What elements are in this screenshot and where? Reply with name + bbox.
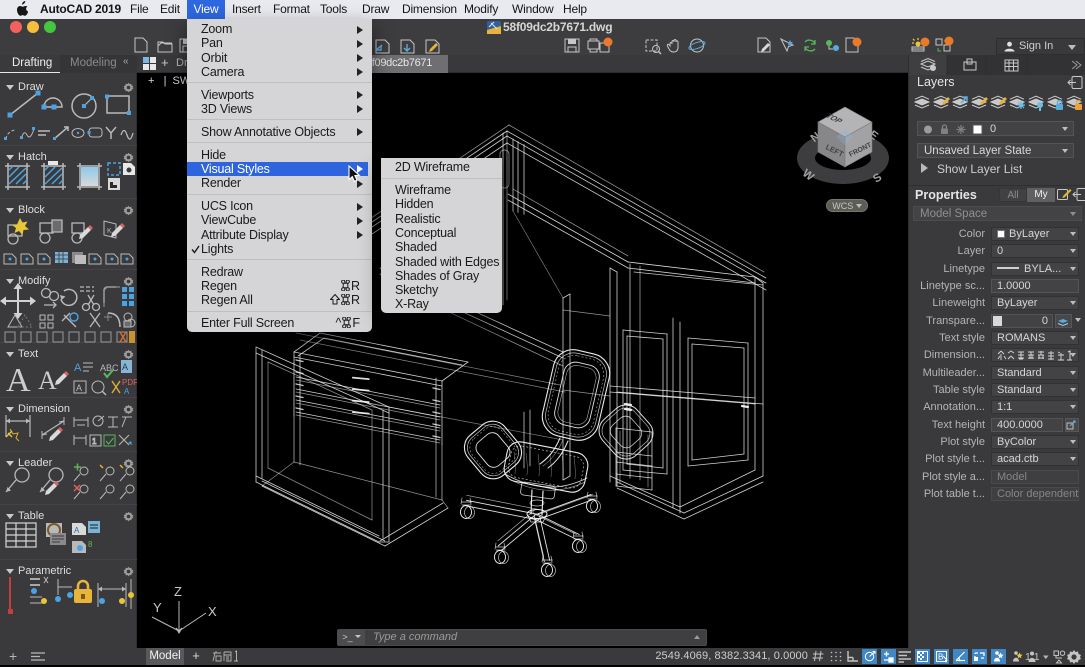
- svg-text:S: S: [871, 171, 884, 185]
- svg-text:1:1: 1:1: [1025, 651, 1040, 663]
- svg-text:8: 8: [88, 540, 93, 549]
- svg-text:A: A: [38, 366, 57, 395]
- svg-text:Y: Y: [153, 600, 162, 615]
- svg-text:1: 1: [92, 437, 97, 446]
- svg-text:X: X: [208, 604, 217, 619]
- svg-text:A: A: [6, 362, 31, 399]
- svg-text:A: A: [122, 362, 128, 372]
- svg-text:A: A: [74, 362, 82, 374]
- svg-text:A: A: [76, 383, 82, 393]
- svg-text:PDF: PDF: [122, 378, 137, 387]
- svg-text:Z: Z: [174, 584, 182, 599]
- svg-text:ABC: ABC: [100, 363, 119, 373]
- svg-text:A: A: [74, 526, 80, 535]
- svg-text:B: B: [938, 653, 943, 662]
- svg-text:K: K: [107, 228, 112, 235]
- svg-text:A: A: [124, 387, 130, 396]
